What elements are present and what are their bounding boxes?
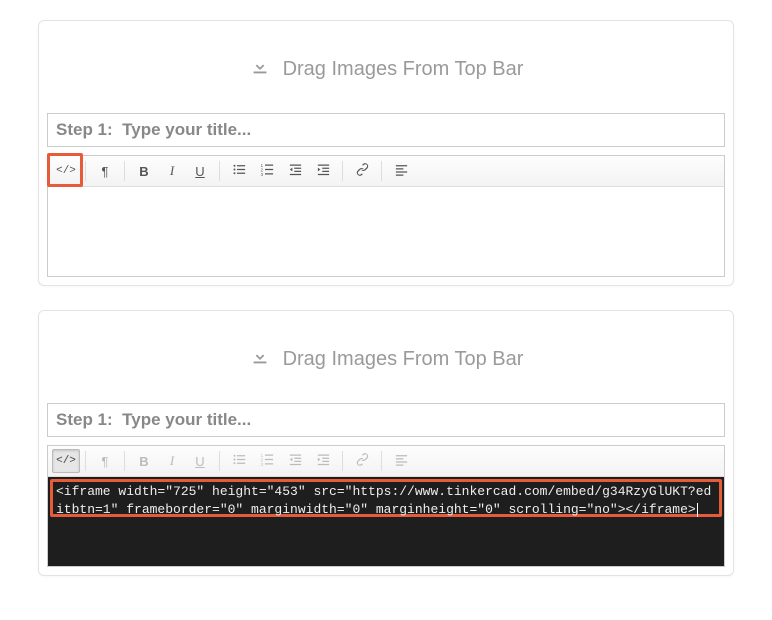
paragraph-icon: ¶ (102, 454, 109, 469)
editor-content-area[interactable] (47, 187, 725, 277)
separator (342, 161, 343, 181)
separator (342, 451, 343, 471)
align-left-button[interactable] (387, 159, 415, 183)
svg-text:3: 3 (260, 172, 263, 177)
indent-icon (316, 162, 331, 180)
link-button (348, 449, 376, 473)
editor-panel-code: Drag Images From Top Bar </> ¶ B I U 123 (38, 310, 734, 576)
image-drop-zone[interactable]: Drag Images From Top Bar (47, 29, 725, 109)
download-arrow-icon (249, 345, 271, 373)
paragraph-button: ¶ (91, 449, 119, 473)
separator (219, 161, 220, 181)
paragraph-icon: ¶ (102, 164, 109, 179)
italic-button: I (158, 449, 186, 473)
list-ol-icon: 123 (260, 452, 275, 470)
code-icon: </> (56, 455, 76, 467)
ordered-list-button[interactable]: 123 (253, 159, 281, 183)
underline-button: U (186, 449, 214, 473)
separator (85, 161, 86, 181)
separator (381, 451, 382, 471)
drop-zone-label: Drag Images From Top Bar (283, 58, 524, 81)
code-view-button[interactable]: </> (52, 159, 80, 183)
italic-button[interactable]: I (158, 159, 186, 183)
bold-button[interactable]: B (130, 159, 158, 183)
ordered-list-button: 123 (253, 449, 281, 473)
code-view-button[interactable]: </> (52, 449, 80, 473)
image-drop-zone[interactable]: Drag Images From Top Bar (47, 319, 725, 399)
outdent-icon (288, 452, 303, 470)
outdent-button (281, 449, 309, 473)
download-arrow-icon (249, 55, 271, 83)
indent-icon (316, 452, 331, 470)
align-left-button (387, 449, 415, 473)
list-ul-icon (232, 452, 247, 470)
outdent-button[interactable] (281, 159, 309, 183)
underline-button[interactable]: U (186, 159, 214, 183)
separator (124, 451, 125, 471)
indent-button (309, 449, 337, 473)
editor-panel: Drag Images From Top Bar </> ¶ B I U 123 (38, 20, 734, 286)
unordered-list-button[interactable] (225, 159, 253, 183)
bold-button: B (130, 449, 158, 473)
separator (85, 451, 86, 471)
editor-toolbar: </> ¶ B I U 123 (47, 445, 725, 477)
paragraph-button[interactable]: ¶ (91, 159, 119, 183)
separator (219, 451, 220, 471)
editor-toolbar: </> ¶ B I U 123 (47, 155, 725, 187)
step-title-input[interactable] (47, 113, 725, 147)
link-icon (355, 162, 370, 180)
align-left-icon (394, 162, 409, 180)
link-button[interactable] (348, 159, 376, 183)
separator (124, 161, 125, 181)
svg-text:3: 3 (260, 462, 263, 467)
list-ol-icon: 123 (260, 162, 275, 180)
drop-zone-label: Drag Images From Top Bar (283, 348, 524, 371)
link-icon (355, 452, 370, 470)
outdent-icon (288, 162, 303, 180)
separator (381, 161, 382, 181)
code-icon: </> (56, 165, 76, 177)
text-caret (697, 503, 698, 517)
indent-button[interactable] (309, 159, 337, 183)
code-content: <iframe width="725" height="453" src="ht… (52, 481, 720, 520)
list-ul-icon (232, 162, 247, 180)
code-editor-area[interactable]: <iframe width="725" height="453" src="ht… (47, 477, 725, 567)
step-title-input[interactable] (47, 403, 725, 437)
unordered-list-button (225, 449, 253, 473)
align-left-icon (394, 452, 409, 470)
